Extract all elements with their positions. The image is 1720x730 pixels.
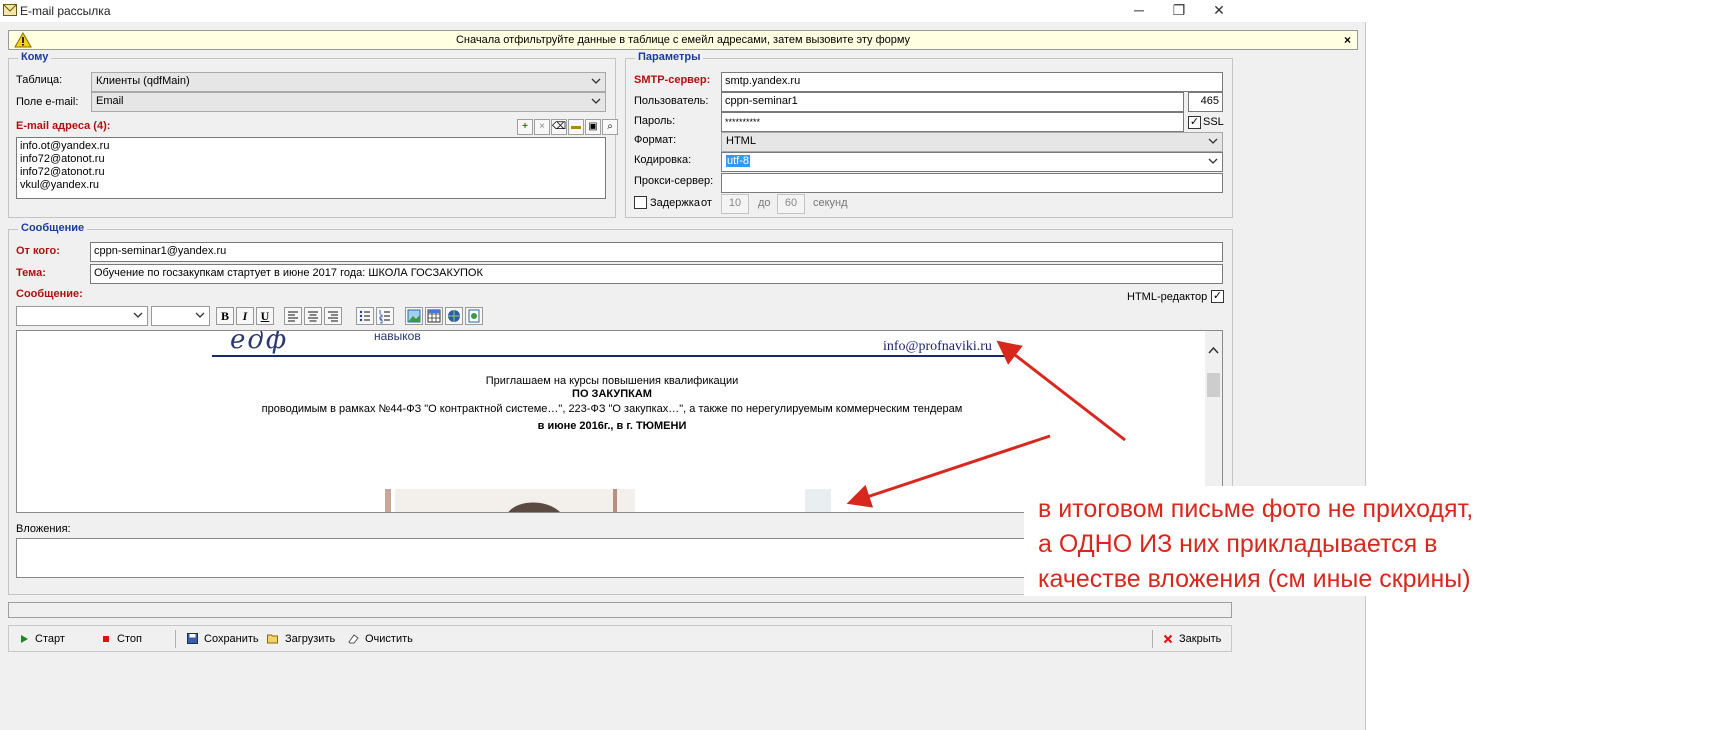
- annotation-arrow: [996, 340, 1126, 442]
- annotation-arrows: [846, 340, 1126, 508]
- annotation-arrow: [846, 434, 1051, 508]
